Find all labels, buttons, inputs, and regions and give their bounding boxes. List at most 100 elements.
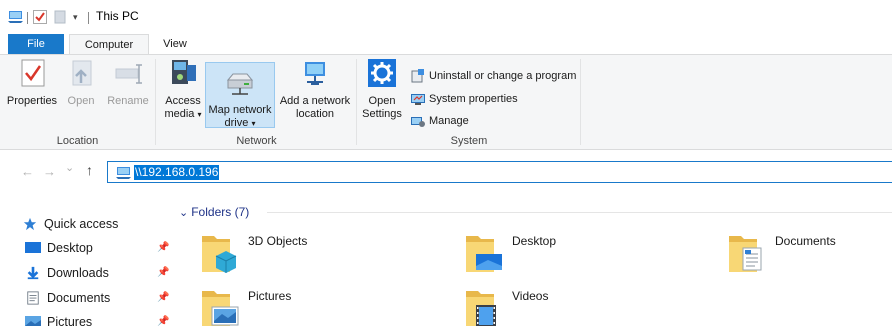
access-media-label-1: Access	[165, 95, 201, 107]
map-network-label-2: drive	[224, 117, 249, 129]
folder-item-3d-objects[interactable]: 3D Objects	[200, 230, 450, 280]
pin-icon[interactable]: 📌	[157, 292, 169, 303]
add-network-label-2: location	[296, 108, 334, 120]
rename-label: Rename	[107, 95, 149, 107]
folder-name: Documents	[775, 234, 836, 248]
sidebar-item-desktop[interactable]: Desktop	[25, 239, 93, 257]
access-media-label-2: media	[164, 108, 195, 120]
manage-label: Manage	[429, 115, 469, 127]
3d-objects-folder-icon	[202, 236, 237, 273]
folder-item-desktop[interactable]: Desktop	[464, 230, 714, 280]
sidebar-item-label: Downloads	[47, 266, 109, 280]
quick-access-label: Quick access	[44, 217, 119, 231]
add-network-label-1: Add a network	[279, 95, 351, 107]
pin-icon[interactable]: 📌	[157, 267, 169, 278]
address-bar[interactable]: \\192.168.0.196	[107, 161, 892, 183]
toolbar-separator	[88, 12, 89, 24]
pin-icon[interactable]: 📌	[157, 242, 169, 253]
this-pc-icon[interactable]	[8, 9, 24, 25]
network-location-icon	[116, 167, 131, 179]
folders-section-title: Folders (7)	[191, 205, 250, 219]
window-title: This PC	[96, 9, 139, 23]
group-separator	[580, 59, 581, 145]
documents-folder-icon	[729, 236, 762, 272]
system-properties-icon	[411, 94, 425, 105]
star-icon	[23, 217, 37, 231]
uninstall-label: Uninstall or change a program	[429, 70, 577, 82]
up-arrow-icon[interactable]: ↑	[86, 162, 93, 178]
add-network-location-icon	[305, 62, 325, 85]
pictures-folder-icon	[202, 291, 239, 326]
access-media-icon	[172, 60, 196, 84]
uninstall-icon	[411, 69, 424, 83]
rename-icon	[115, 64, 142, 84]
toolbar-separator	[27, 12, 28, 24]
access-media-button[interactable]: Access media ▾	[163, 57, 203, 121]
group-separator	[356, 59, 357, 145]
forward-arrow-icon[interactable]: →	[43, 164, 56, 179]
desktop-icon	[25, 242, 41, 253]
tab-computer[interactable]: Computer	[69, 34, 149, 55]
map-network-label-1: Map network	[208, 104, 272, 116]
navigation-pane: Quick access Desktop 📌 Downloads 📌 Docum…	[0, 207, 172, 326]
open-icon	[72, 60, 92, 86]
recent-locations-icon[interactable]: ⌄	[65, 161, 74, 174]
system-properties-label: System properties	[429, 93, 518, 105]
new-folder-icon[interactable]	[54, 9, 66, 25]
tab-view[interactable]: View	[160, 34, 190, 54]
sidebar-item-label: Pictures	[47, 315, 93, 326]
map-network-drive-button[interactable]: Map network drive ▾	[205, 62, 275, 129]
sidebar-item-label: Desktop	[47, 241, 93, 255]
desktop-folder-icon	[466, 236, 502, 272]
folder-name: Desktop	[512, 234, 557, 248]
map-drive-icon	[226, 73, 254, 95]
ribbon: Properties Open Rename Location Access m…	[0, 54, 892, 150]
videos-folder-icon	[466, 291, 496, 326]
network-group-label: Network	[236, 135, 277, 147]
group-separator	[155, 59, 156, 145]
content-area: ⌄ Folders (7) 3D Objects Desktop Documen…	[172, 195, 892, 326]
open-settings-label-2: Settings	[362, 108, 402, 120]
chevron-down-icon: ⌄	[179, 206, 189, 219]
location-group: Properties Open Rename Location	[0, 55, 155, 150]
manage-button[interactable]: Manage	[410, 113, 469, 129]
title-bar: ▾ This PC	[0, 0, 892, 34]
properties-check-icon[interactable]	[33, 9, 47, 25]
system-group-label: System	[450, 135, 488, 147]
folder-name: Videos	[512, 289, 549, 303]
folders-section-header[interactable]: ⌄ Folders (7)	[179, 205, 249, 219]
back-arrow-icon[interactable]: ←	[21, 164, 34, 179]
system-properties-button[interactable]: System properties	[410, 91, 518, 107]
rename-button[interactable]: Rename	[104, 57, 152, 108]
location-group-label: Location	[56, 135, 99, 147]
sidebar-item-label: Documents	[47, 291, 111, 305]
chevron-down-icon: ▾	[197, 110, 202, 119]
folder-item-documents[interactable]: Documents	[727, 230, 892, 280]
ribbon-tabs: File Computer View	[0, 34, 892, 55]
customize-arrow-icon[interactable]: ▾	[73, 9, 83, 25]
folder-name: Pictures	[248, 289, 292, 303]
manage-icon	[411, 117, 425, 127]
folder-name: 3D Objects	[248, 234, 308, 248]
quick-access-item[interactable]: Quick access	[22, 215, 118, 233]
tab-file[interactable]: File	[8, 34, 64, 54]
open-settings-label-1: Open	[368, 95, 396, 107]
folder-item-videos[interactable]: Videos	[464, 285, 714, 326]
properties-button[interactable]: Properties	[3, 57, 61, 108]
sidebar-item-downloads[interactable]: Downloads	[25, 264, 109, 282]
open-settings-button[interactable]: Open Settings	[360, 57, 404, 121]
uninstall-program-button[interactable]: Uninstall or change a program	[410, 68, 576, 84]
downloads-icon	[27, 266, 39, 280]
address-text[interactable]: \\192.168.0.196	[134, 165, 220, 180]
pin-icon[interactable]: 📌	[157, 316, 169, 326]
network-group: Access media ▾ Map network drive ▾ Add a…	[157, 55, 356, 150]
folder-item-pictures[interactable]: Pictures	[200, 285, 450, 326]
sidebar-item-pictures[interactable]: Pictures	[25, 313, 92, 326]
add-network-location-button[interactable]: Add a network location	[277, 57, 353, 121]
section-divider	[267, 212, 892, 213]
sidebar-item-documents[interactable]: Documents	[25, 289, 110, 307]
documents-icon	[27, 291, 39, 305]
settings-gear-icon	[368, 59, 396, 87]
properties-label: Properties	[6, 95, 58, 107]
open-button[interactable]: Open	[63, 57, 99, 108]
